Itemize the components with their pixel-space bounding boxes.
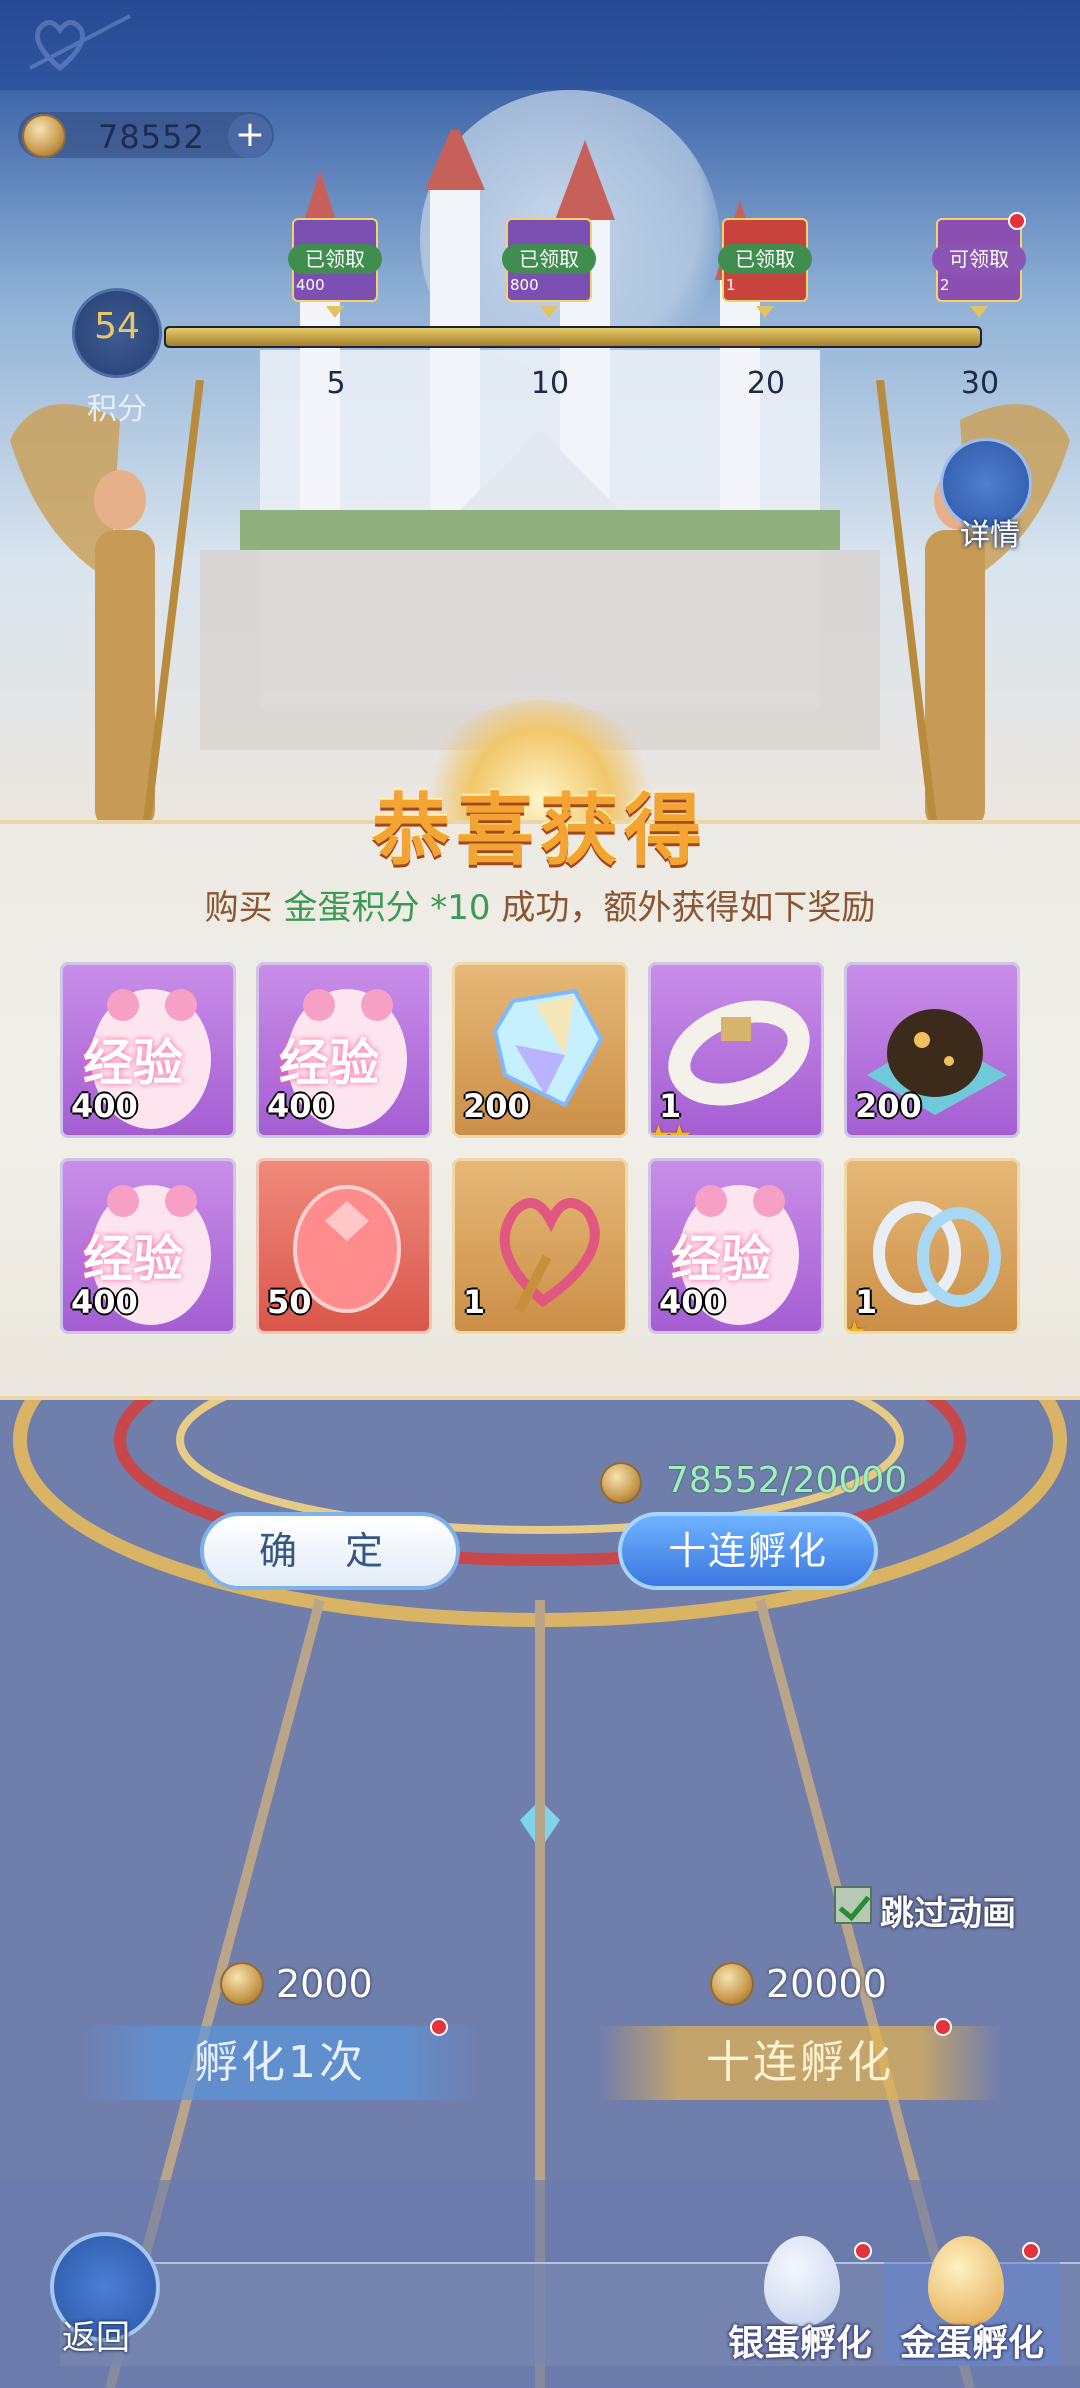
reward-tile-red-egg[interactable]: 50 xyxy=(256,1158,432,1334)
reward-tile-collar[interactable]: 1 ★★ xyxy=(648,962,824,1138)
milestone-label: 10 xyxy=(530,366,570,401)
reward-qty: 200 xyxy=(463,1087,530,1125)
score-value: 54 xyxy=(94,306,140,347)
reward-qty: 400 xyxy=(267,1087,334,1125)
silver-tab-label: 银蛋孵化 xyxy=(727,2323,872,2364)
reward-tile-exp-egg[interactable]: 经验 400 xyxy=(256,962,432,1138)
desc-item: 金蛋积分 xyxy=(283,888,420,928)
cost-display: 78552/20000 xyxy=(666,1460,908,1501)
milestone-reward-30[interactable]: 可领取 2 xyxy=(932,218,1026,318)
ten-hatch-price: 20000 xyxy=(766,1962,887,2006)
desc-count: *10 xyxy=(419,888,491,928)
milestone-pointer-icon xyxy=(326,306,344,318)
reward-qty: 50 xyxy=(267,1283,312,1321)
notification-dot xyxy=(1008,212,1026,230)
milestone-pointer-icon xyxy=(540,306,558,318)
skip-animation-label[interactable]: 跳过动画 xyxy=(880,1886,1016,1935)
ten-hatch-button[interactable]: 十连孵化 xyxy=(618,1512,878,1590)
confirm-button[interactable]: 确 定 xyxy=(200,1512,460,1590)
ten-hatch-bottom-button[interactable]: 十连孵化 xyxy=(600,2026,1000,2100)
milestone-label: 30 xyxy=(960,366,1000,401)
single-hatch-price: 2000 xyxy=(276,1962,373,2006)
milestone-qty: 400 xyxy=(296,276,325,294)
reward-tile-exp-egg[interactable]: 经验 400 xyxy=(60,1158,236,1334)
reward-qty: 400 xyxy=(659,1283,726,1321)
details-label[interactable]: 详情 xyxy=(950,510,1030,554)
desc-prefix: 购买 xyxy=(204,888,284,928)
score-label: 积分 xyxy=(87,392,147,427)
gold-coin-icon xyxy=(220,1962,264,2006)
currency-amount: 78552 xyxy=(98,118,205,156)
gold-egg-tab[interactable]: 金蛋孵化 xyxy=(884,2236,1060,2366)
magic-circle-floor xyxy=(0,1380,1080,2388)
milestone-qty: 2 xyxy=(940,276,950,294)
heart-arrow-icon xyxy=(29,14,131,72)
milestone-reward-20[interactable]: 已领取 1 xyxy=(718,218,812,318)
gold-coin-icon xyxy=(22,114,66,158)
gold-coin-icon xyxy=(710,1962,754,2006)
milestone-status: 可领取 xyxy=(932,244,1026,274)
add-currency-button[interactable]: + xyxy=(228,114,272,158)
popup-title: 恭喜获得 xyxy=(371,786,708,876)
reward-tile-bracelet[interactable]: 1 ★ xyxy=(844,1158,1020,1334)
milestone-qty: 800 xyxy=(510,276,539,294)
milestone-qty: 1 xyxy=(726,276,736,294)
star-rating-icon: ★★ xyxy=(648,1119,693,1138)
score-progress-fill xyxy=(166,328,980,346)
milestone-label: 20 xyxy=(746,366,786,401)
notification-dot xyxy=(430,2018,448,2036)
popup-description: 购买 金蛋积分 *10 成功，额外获得如下奖励 xyxy=(0,880,1080,929)
back-button-label[interactable]: 返回 xyxy=(62,2310,130,2359)
notification-dot xyxy=(1022,2242,1040,2260)
gold-tab-label: 金蛋孵化 xyxy=(899,2323,1044,2364)
silver-egg-tab[interactable]: 银蛋孵化 xyxy=(720,2236,880,2366)
reward-qty: 200 xyxy=(855,1087,922,1125)
reward-tile-heart-wand[interactable]: 1 xyxy=(452,1158,628,1334)
winged-statue-left xyxy=(10,380,204,880)
milestone-status: 已领取 xyxy=(288,244,382,274)
notification-dot xyxy=(934,2018,952,2036)
skip-animation-checkbox[interactable] xyxy=(834,1886,872,1924)
exp-egg-text: 经验 xyxy=(671,1230,771,1288)
milestone-pointer-icon xyxy=(756,306,774,318)
reward-qty: 400 xyxy=(71,1283,138,1321)
exp-egg-text: 经验 xyxy=(83,1034,183,1092)
reward-tile-crystal[interactable]: 200 xyxy=(452,962,628,1138)
desc-suffix: 成功，额外获得如下奖励 xyxy=(490,888,876,928)
notification-dot xyxy=(854,2242,872,2260)
reward-qty: 400 xyxy=(71,1087,138,1125)
milestone-pointer-icon xyxy=(970,306,988,318)
reward-tile-galaxy-egg[interactable]: 200 xyxy=(844,962,1020,1138)
milestone-status: 已领取 xyxy=(502,244,596,274)
exp-egg-text: 经验 xyxy=(279,1034,379,1092)
exp-egg-text: 经验 xyxy=(83,1230,183,1288)
star-rating-icon: ★ xyxy=(847,1315,868,1331)
gold-coin-icon xyxy=(600,1462,642,1504)
single-hatch-button[interactable]: 孵化1次 xyxy=(80,2026,480,2100)
top-bar xyxy=(0,0,1080,90)
reward-tile-exp-egg[interactable]: 经验 400 xyxy=(648,1158,824,1334)
reward-qty: 1 xyxy=(463,1283,486,1321)
milestone-status: 已领取 xyxy=(718,244,812,274)
reward-tile-exp-egg[interactable]: 经验 400 xyxy=(60,962,236,1138)
milestone-reward-10[interactable]: 已领取 800 xyxy=(502,218,596,318)
milestone-reward-5[interactable]: 已领取 400 xyxy=(288,218,382,318)
milestone-label: 5 xyxy=(326,366,346,401)
